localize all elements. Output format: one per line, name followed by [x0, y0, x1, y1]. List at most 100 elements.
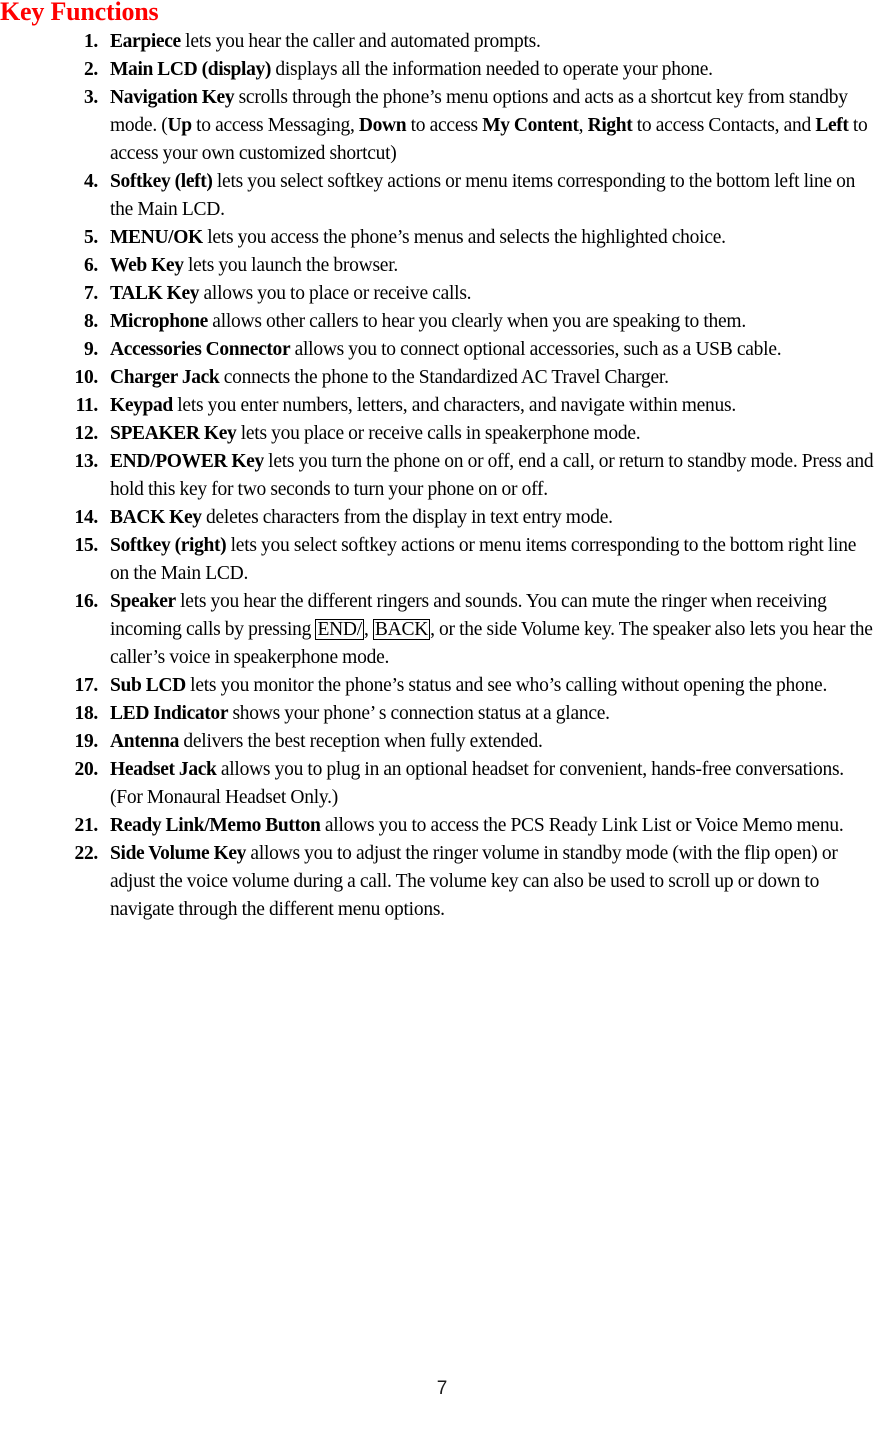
list-item-term: MENU/OK: [110, 227, 203, 248]
list-item-term: Earpiece: [110, 31, 181, 52]
list-item: 1. Earpiece lets you hear the caller and …: [0, 28, 884, 56]
list-item-body: Main LCD (display) displays all the info…: [110, 56, 884, 84]
list-item: 10. Charger Jack connects the phone to th…: [0, 364, 884, 392]
list-item: 5. MENU/OK lets you access the phone’s me…: [0, 224, 884, 252]
list-item-text: lets you place or receive calls in speak…: [236, 423, 641, 444]
list-item-text: lets you launch the browser.: [183, 255, 398, 276]
key-functions-list: 1. Earpiece lets you hear the caller and …: [0, 28, 884, 924]
list-item-term: Speaker: [110, 591, 176, 612]
list-item-number: 2.: [83, 59, 98, 80]
list-item-term: Softkey (right): [110, 535, 227, 556]
list-item-number: 21.: [74, 815, 99, 836]
list-item-body: END/POWER Key lets you turn the phone on…: [110, 448, 884, 504]
list-item-text: allows you to plug in an optional headse…: [110, 759, 844, 808]
list-item-term: Headset Jack: [110, 759, 217, 780]
run-text: to access Contacts, and: [632, 115, 816, 136]
list-item-number: 16.: [74, 591, 99, 612]
run-text: to access: [406, 115, 483, 136]
list-item-number: 10.: [74, 367, 99, 388]
list-item-body: Web Key lets you launch the browser.: [110, 252, 884, 280]
list-item: 3. Navigation Key scrolls through the pho…: [0, 84, 884, 168]
list-item-text: displays all the information needed to o…: [271, 59, 713, 80]
list-item-term: Softkey (left): [110, 171, 213, 192]
list-item: 17. Sub LCD lets you monitor the phone’s …: [0, 672, 884, 700]
list-item: 19. Antenna delivers the best reception w…: [0, 728, 884, 756]
list-item-body: Keypad lets you enter numbers, letters, …: [110, 392, 884, 420]
list-item-term: Microphone: [110, 311, 208, 332]
list-item: 15. Softkey (right) lets you select softk…: [0, 532, 884, 588]
list-item-number: 17.: [74, 675, 99, 696]
boxed-key-label: END/: [315, 619, 364, 640]
list-item: 11. Keypad lets you enter numbers, letter…: [0, 392, 884, 420]
list-item-number: 4.: [83, 171, 98, 192]
list-item-text: lets you enter numbers, letters, and cha…: [172, 395, 736, 416]
list-item: 14. BACK Key deletes characters from the …: [0, 504, 884, 532]
list-item-term: Antenna: [110, 731, 180, 752]
list-item-text: lets you hear the caller and automated p…: [180, 31, 541, 52]
list-item-term: Sub LCD: [110, 675, 186, 696]
list-item-body: Charger Jack connects the phone to the S…: [110, 364, 884, 392]
list-item-term: Ready Link/Memo Button: [110, 815, 321, 836]
list-item-text: lets you monitor the phone’s status and …: [185, 675, 828, 696]
list-item: 12. SPEAKER Key lets you place or receive…: [0, 420, 884, 448]
list-item-term: Side Volume Key: [110, 843, 247, 864]
list-item-body: Earpiece lets you hear the caller and au…: [110, 28, 884, 56]
list-item-term: Accessories Connector: [110, 339, 291, 360]
list-item-body: LED Indicator shows your phone’ s connec…: [110, 700, 884, 728]
list-item-term: Navigation Key: [110, 87, 235, 108]
list-item: 7. TALK Key allows you to place or receiv…: [0, 280, 884, 308]
list-item-text: allows you to place or receive calls.: [199, 283, 472, 304]
list-item-term: SPEAKER Key: [110, 423, 237, 444]
list-item-number: 7.: [83, 283, 98, 304]
list-item: 4. Softkey (left) lets you select softkey…: [0, 168, 884, 224]
list-item-term: Keypad: [110, 395, 173, 416]
list-item-number: 8.: [83, 311, 98, 332]
list-item-body: SPEAKER Key lets you place or receive ca…: [110, 420, 884, 448]
list-item-term: END/POWER Key: [110, 451, 264, 472]
emphasised-term: Left: [815, 115, 849, 136]
list-item-number: 19.: [74, 731, 99, 752]
page-number: 7: [436, 1378, 448, 1399]
list-item-body: TALK Key allows you to place or receive …: [110, 280, 884, 308]
page-title: Key Functions: [0, 0, 159, 26]
list-item: 13. END/POWER Key lets you turn the phone…: [0, 448, 884, 504]
list-item-body: Side Volume Key allows you to adjust the…: [110, 840, 884, 924]
list-item-body: Ready Link/Memo Button allows you to acc…: [110, 812, 884, 840]
list-item: 21. Ready Link/Memo Button allows you to …: [0, 812, 884, 840]
list-item-term: Web Key: [110, 255, 184, 276]
list-item-term: TALK Key: [110, 283, 200, 304]
list-item-number: 13.: [74, 451, 99, 472]
list-item-term: Main LCD (display): [110, 59, 272, 80]
list-item-body: Softkey (left) lets you select softkey a…: [110, 168, 884, 224]
list-item-number: 9.: [83, 339, 98, 360]
list-item-number: 15.: [74, 535, 99, 556]
list-item-number: 18.: [74, 703, 99, 724]
list-item-text: lets you select softkey actions or menu …: [110, 171, 856, 220]
list-item-body: MENU/OK lets you access the phone’s menu…: [110, 224, 884, 252]
list-item-number: 5.: [83, 227, 98, 248]
emphasised-term: My Content: [482, 115, 579, 136]
list-item: 2. Main LCD (display) displays all the in…: [0, 56, 884, 84]
emphasised-term: Down: [358, 115, 407, 136]
list-item-term: Charger Jack: [110, 367, 220, 388]
list-item-text: delivers the best reception when fully e…: [179, 731, 543, 752]
list-item-number: 22.: [74, 843, 99, 864]
list-item-number: 3.: [83, 87, 98, 108]
list-item-body: Headset Jack allows you to plug in an op…: [110, 756, 884, 812]
list-item-body: Accessories Connector allows you to conn…: [110, 336, 884, 364]
boxed-key-label: BACK: [372, 619, 431, 640]
list-item-term: BACK Key: [110, 507, 202, 528]
list-item-term: LED Indicator: [110, 703, 229, 724]
run-text: to access Messaging,: [191, 115, 359, 136]
list-item-body: Softkey (right) lets you select softkey …: [110, 532, 884, 588]
list-item-body: Speaker lets you hear the different ring…: [110, 588, 884, 672]
list-item: 18. LED Indicator shows your phone’ s con…: [0, 700, 884, 728]
list-item-number: 20.: [74, 759, 99, 780]
list-item-number: 1.: [83, 31, 98, 52]
list-item-text: shows your phone’ s connection status at…: [228, 703, 610, 724]
list-item-number: 6.: [83, 255, 98, 276]
list-item-text: lets you access the phone’s menus and se…: [202, 227, 726, 248]
list-item: 22. Side Volume Key allows you to adjust …: [0, 840, 884, 924]
list-item: 8. Microphone allows other callers to hea…: [0, 308, 884, 336]
list-item-body: Sub LCD lets you monitor the phone’s sta…: [110, 672, 884, 700]
